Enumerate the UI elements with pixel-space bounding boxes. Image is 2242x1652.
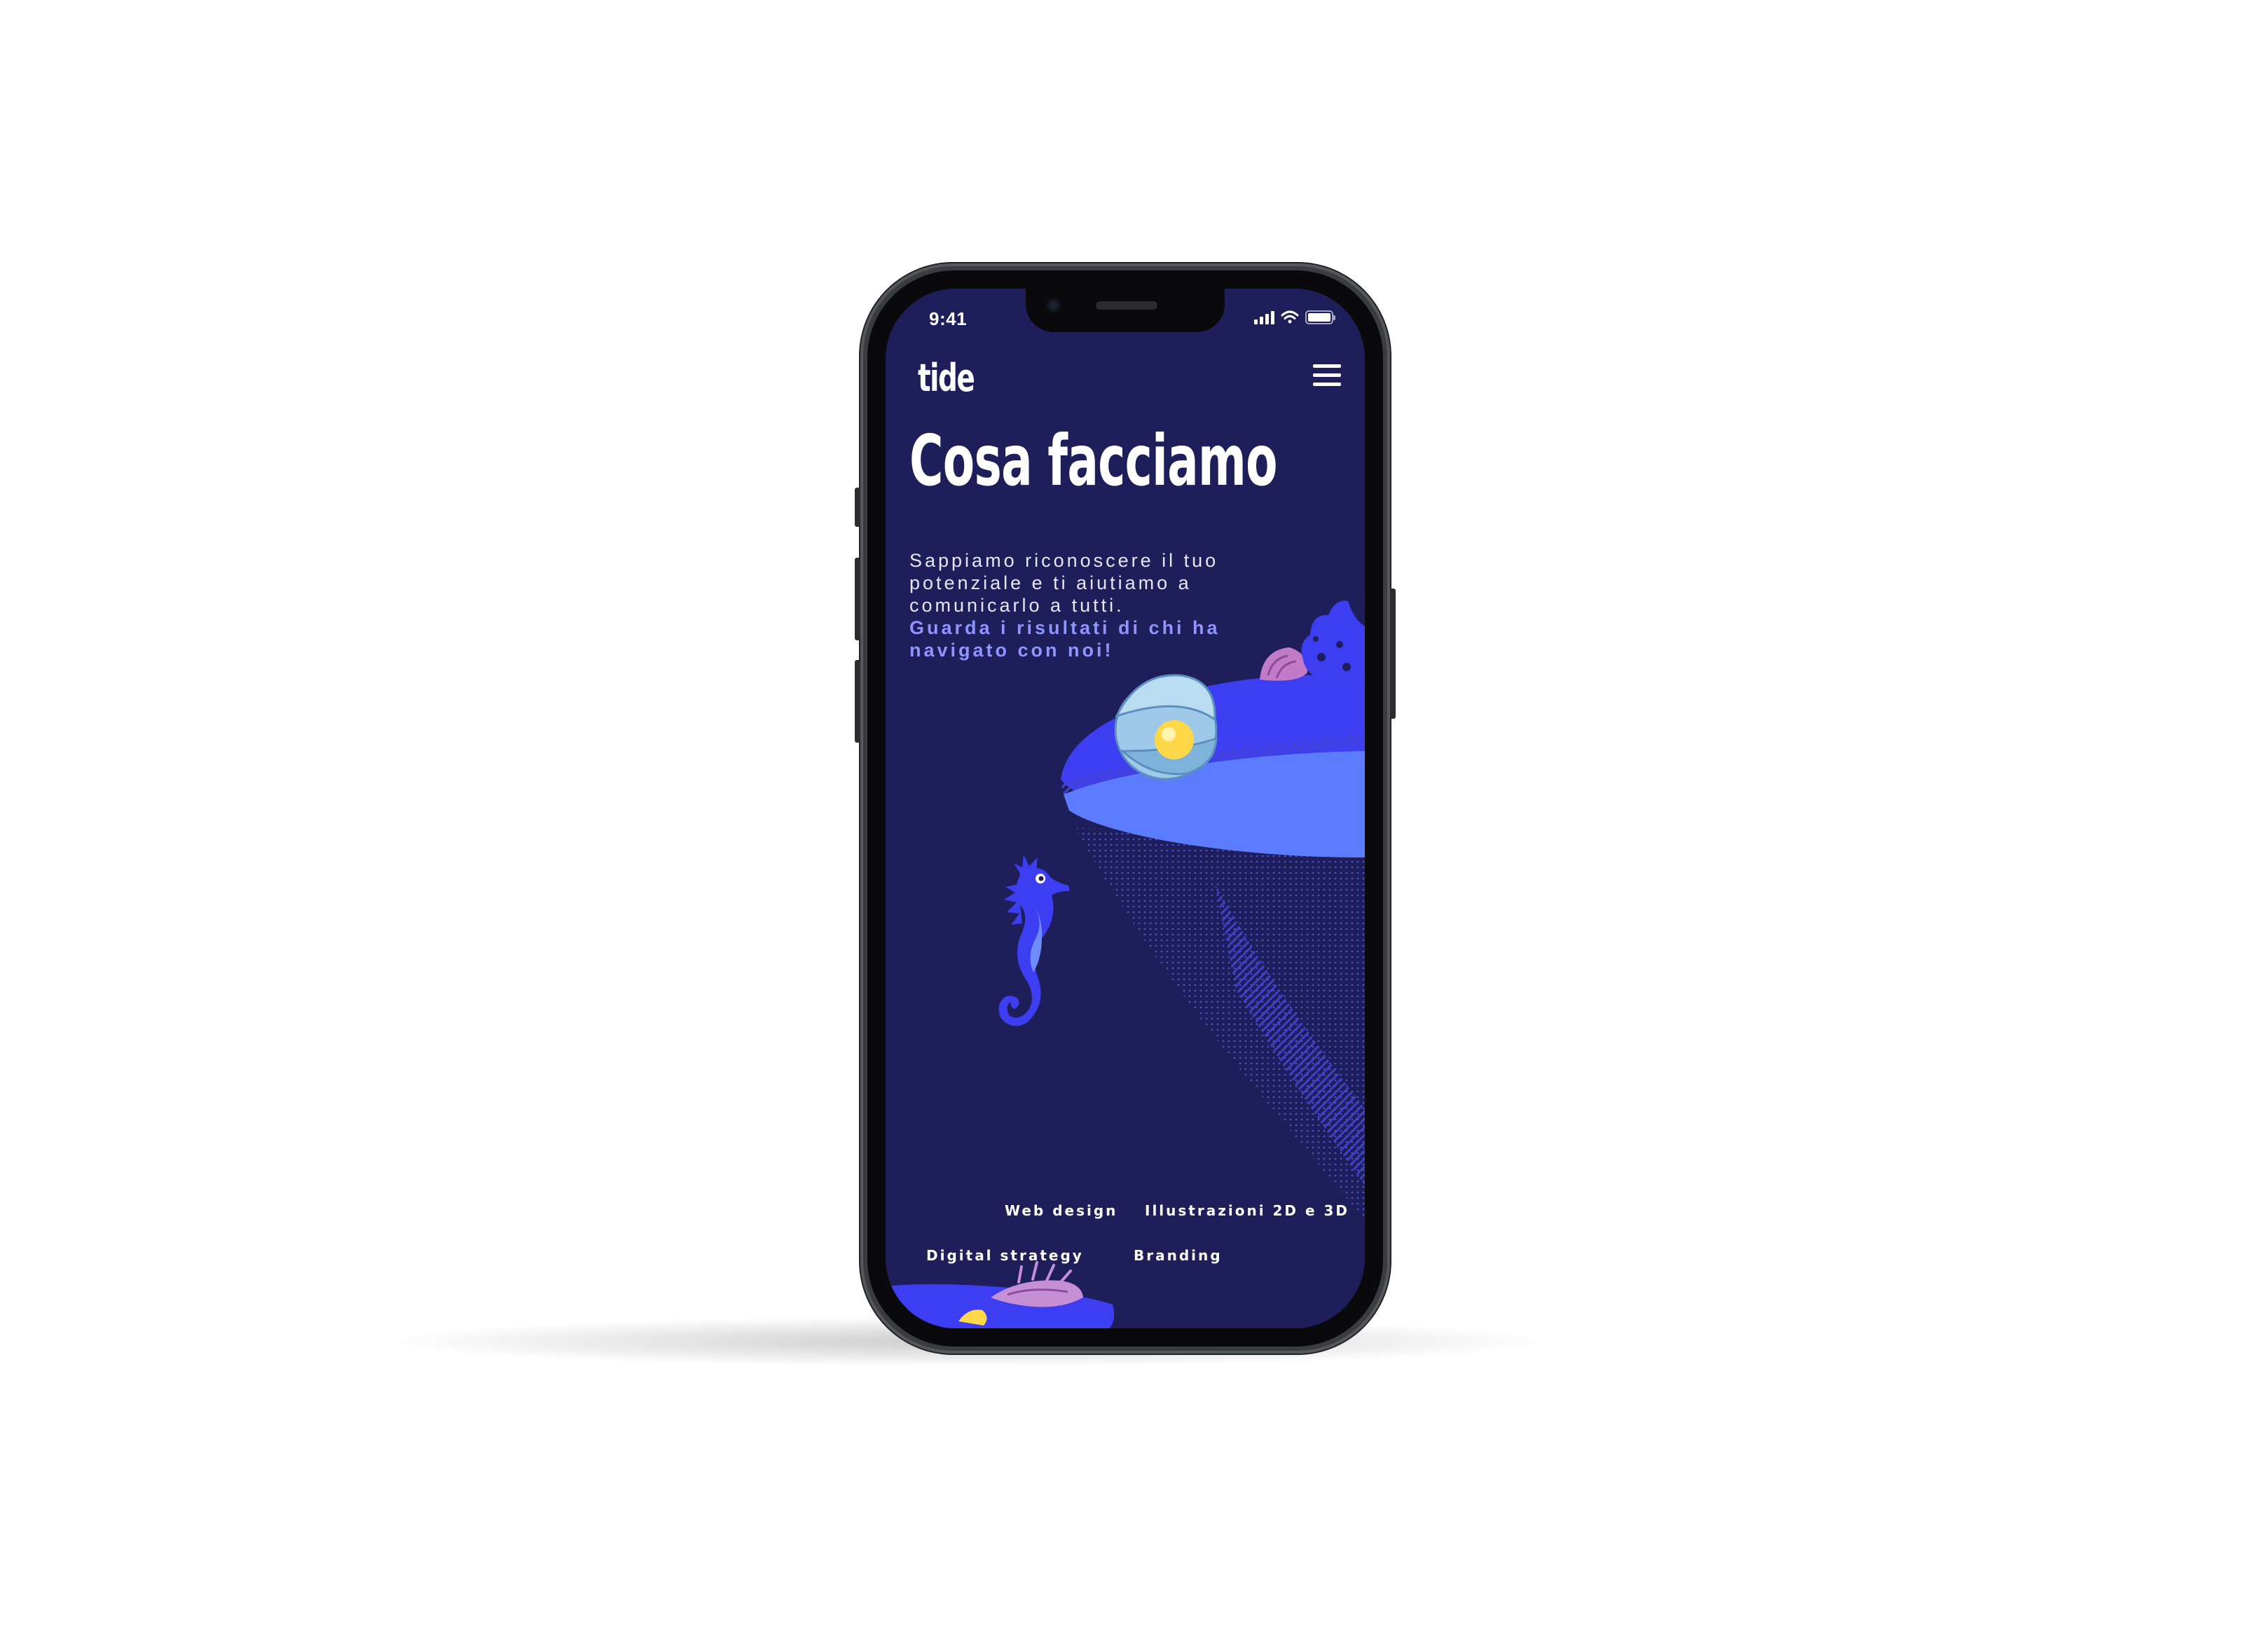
coral-icon [1301, 600, 1365, 684]
mockup-canvas: 9:41 tide Cosa facciamo Sappiamo riconos… [0, 0, 2242, 1652]
volume-up-button [855, 558, 860, 640]
reef-rock [1061, 675, 1365, 1220]
phone-frame: 9:41 tide Cosa facciamo Sappiamo riconos… [855, 263, 1396, 1354]
seashell-icon [1260, 647, 1308, 681]
service-illustrations[interactable]: Illustrazioni 2D e 3D [1145, 1202, 1349, 1219]
status-icons [1254, 310, 1335, 324]
phone-screen: 9:41 tide Cosa facciamo Sappiamo riconos… [886, 289, 1365, 1328]
silent-switch [855, 488, 860, 527]
notch [1026, 289, 1225, 332]
service-digital-strategy[interactable]: Digital strategy [926, 1247, 1084, 1264]
front-camera [1047, 298, 1061, 312]
status-time: 9:41 [929, 308, 968, 329]
earpiece-speaker [1096, 301, 1157, 310]
service-web-design[interactable]: Web design [1005, 1202, 1117, 1219]
ocean-illustration [886, 600, 1365, 1328]
power-button [1390, 588, 1396, 719]
battery-icon [1305, 310, 1335, 324]
volume-down-button [855, 660, 860, 743]
wifi-icon [1281, 310, 1299, 324]
pearl-oyster-icon [1114, 674, 1218, 780]
signal-icon [1254, 311, 1274, 324]
service-branding[interactable]: Branding [1134, 1247, 1223, 1264]
seahorse-icon [998, 855, 1070, 1026]
